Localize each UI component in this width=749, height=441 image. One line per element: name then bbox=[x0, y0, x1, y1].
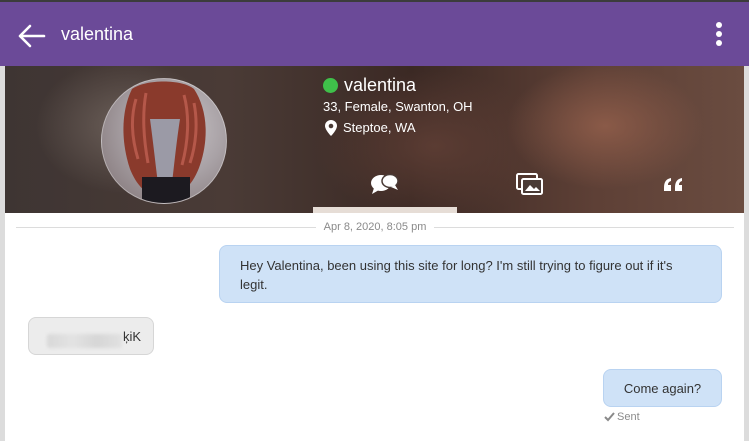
profile-location: Steptoe, WA bbox=[343, 120, 416, 135]
message-status-text: Sent bbox=[617, 411, 640, 423]
back-button[interactable] bbox=[14, 18, 50, 54]
message-incoming[interactable]: ķiK bbox=[28, 317, 154, 355]
more-vertical-icon-dot bbox=[716, 31, 722, 37]
avatar-photo bbox=[123, 81, 206, 203]
more-vertical-icon-dot bbox=[716, 40, 722, 46]
message-outgoing[interactable]: Come again? bbox=[603, 369, 722, 407]
profile-name-row: valentina bbox=[323, 74, 416, 96]
profile-name: valentina bbox=[344, 75, 417, 95]
date-separator-text: Apr 8, 2020, 8:05 pm bbox=[323, 221, 427, 233]
redacted-text bbox=[47, 333, 122, 348]
date-separator-line-left bbox=[16, 226, 316, 228]
tab-quotes[interactable] bbox=[659, 166, 689, 201]
profile-avatar[interactable] bbox=[101, 78, 227, 204]
online-status-icon bbox=[323, 77, 338, 93]
more-options-button[interactable] bbox=[707, 20, 731, 52]
message-outgoing[interactable]: Hey Valentina, been using this site for … bbox=[219, 245, 722, 303]
message-status: Sent bbox=[604, 411, 640, 423]
app-bar: valentina bbox=[0, 2, 749, 66]
message-incoming-text: ķiK bbox=[123, 329, 142, 344]
arrow-left-icon bbox=[18, 24, 46, 48]
date-separator: Apr 8, 2020, 8:05 pm bbox=[16, 218, 735, 236]
profile-location-row: Steptoe, WA bbox=[325, 119, 416, 137]
checkmark-icon bbox=[604, 412, 615, 422]
conversation-title: valentina bbox=[61, 24, 134, 44]
tab-chat[interactable] bbox=[367, 166, 403, 201]
chat-page: valentina 33, Female, Swanton, OH Stepto… bbox=[5, 66, 744, 441]
date-separator-line-right bbox=[434, 226, 735, 228]
quote-icon bbox=[664, 177, 682, 191]
profile-details: 33, Female, Swanton, OH bbox=[323, 99, 473, 114]
location-pin-icon bbox=[325, 120, 337, 136]
tab-photos[interactable] bbox=[512, 166, 548, 201]
more-vertical-icon bbox=[716, 22, 722, 28]
active-tab-indicator bbox=[313, 207, 457, 213]
photos-icon bbox=[516, 172, 543, 195]
profile-header: valentina 33, Female, Swanton, OH Stepto… bbox=[5, 66, 744, 213]
chat-bubbles-icon bbox=[371, 173, 399, 194]
